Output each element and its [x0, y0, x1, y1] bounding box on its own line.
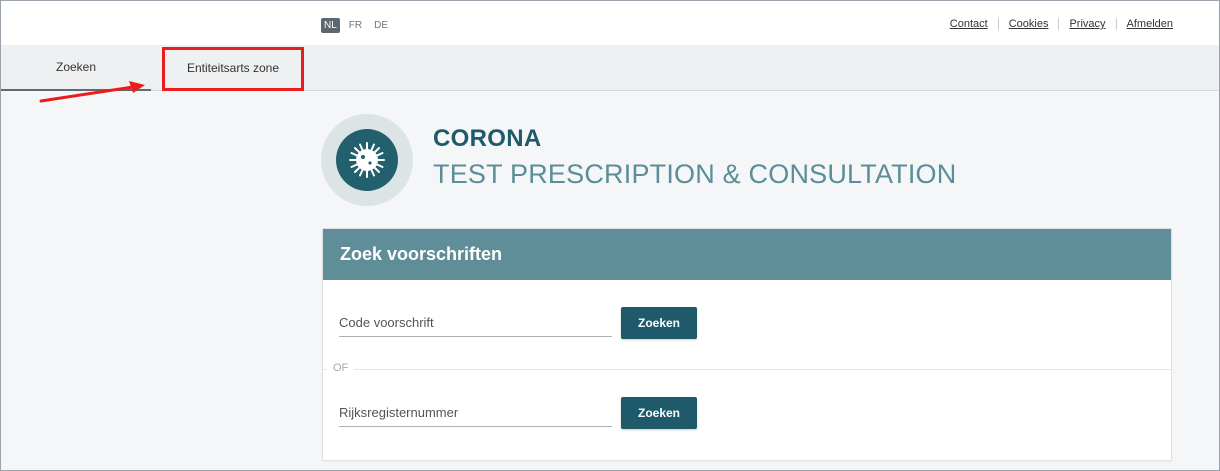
corona-logo	[321, 114, 413, 206]
divider	[323, 369, 1171, 370]
search-code-button[interactable]: Zoeken	[621, 307, 697, 339]
tab-zoeken[interactable]: Zoeken	[1, 45, 151, 91]
top-bar: NL FR DE Contact Cookies Privacy Afmelde…	[1, 1, 1219, 45]
privacy-link[interactable]: Privacy	[1059, 18, 1117, 30]
page-subtitle: TEST PRESCRIPTION & CONSULTATION	[433, 159, 957, 189]
search-rrn-button[interactable]: Zoeken	[621, 397, 697, 429]
contact-link[interactable]: Contact	[940, 18, 999, 30]
search-card: Zoek voorschriften Zoeken OF Zoeken	[322, 228, 1172, 461]
tab-entiteitsarts-zone[interactable]: Entiteitsarts zone	[163, 45, 303, 91]
cookies-link[interactable]: Cookies	[999, 18, 1060, 30]
language-switcher: NL FR DE	[321, 18, 391, 33]
virus-icon	[336, 129, 398, 191]
lang-de[interactable]: DE	[371, 18, 391, 33]
code-voorschrift-field[interactable]	[339, 309, 612, 337]
card-title: Zoek voorschriften	[323, 229, 1171, 280]
tab-bar: Zoeken Entiteitsarts zone	[1, 45, 1219, 91]
lang-nl[interactable]: NL	[321, 18, 340, 33]
code-voorschrift-input[interactable]	[339, 309, 612, 336]
rijksregisternummer-input[interactable]	[339, 399, 612, 426]
lang-fr[interactable]: FR	[346, 18, 365, 33]
logout-link[interactable]: Afmelden	[1117, 18, 1173, 30]
page-title: CORONA	[433, 125, 542, 152]
rijksregisternummer-field[interactable]	[339, 399, 612, 427]
top-links: Contact Cookies Privacy Afmelden	[940, 18, 1173, 30]
or-label: OF	[327, 362, 355, 374]
